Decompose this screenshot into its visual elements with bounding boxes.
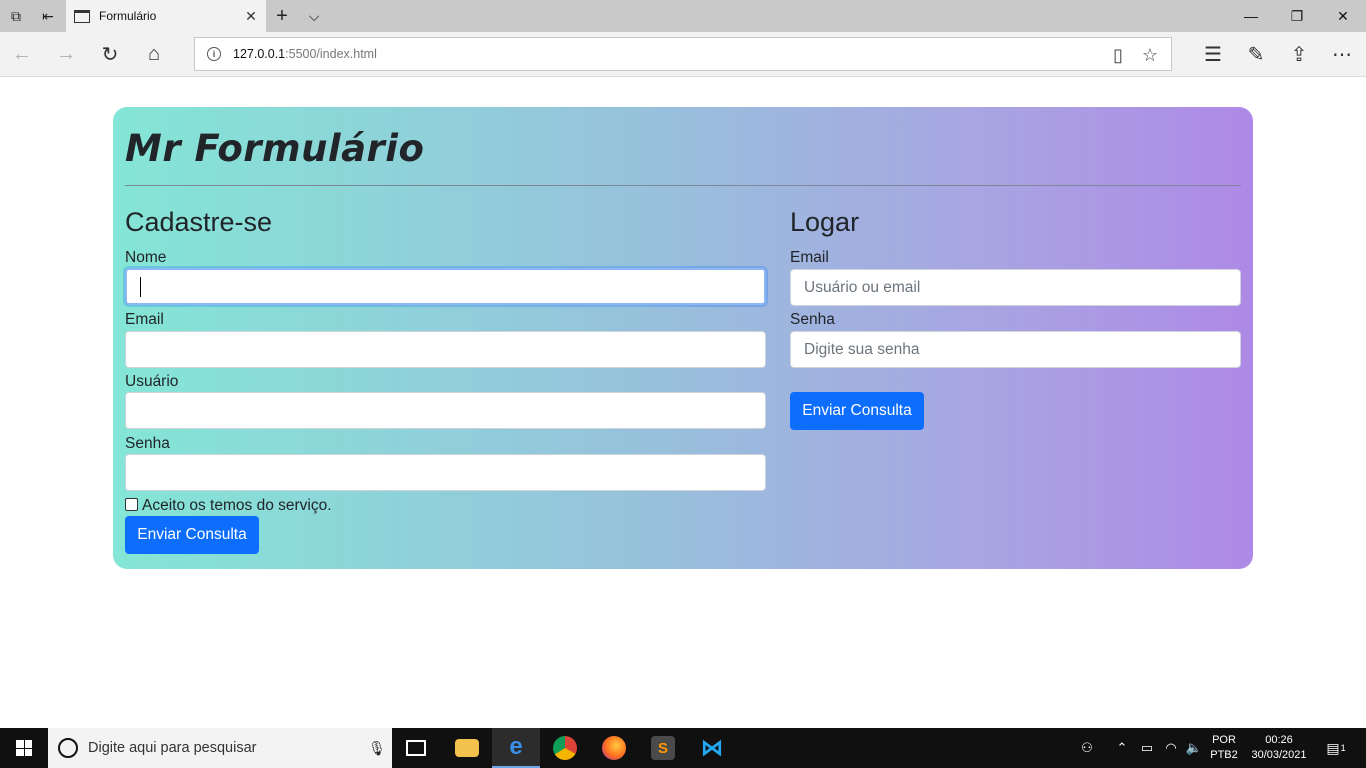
clock-time: 00:26 [1265, 734, 1293, 746]
url-host: 127.0.0.1 [233, 47, 286, 61]
login-email-label: Email [790, 249, 829, 266]
address-bar[interactable]: i 127.0.0.1 :5500/index.html ▯ ☆ [194, 37, 1172, 71]
login-password-label: Senha [790, 311, 835, 328]
terms-checkbox[interactable] [125, 498, 138, 511]
taskbar-vscode[interactable]: ⋈ [688, 728, 736, 768]
page-icon [74, 9, 90, 23]
clock[interactable]: 00:26 30/03/2021 [1246, 733, 1312, 763]
register-password-input[interactable] [125, 454, 766, 491]
language-indicator[interactable]: POR PTB2 [1206, 733, 1242, 763]
tabs-aside-icon[interactable]: ⇤ [32, 0, 64, 32]
notification-count: 1 [1340, 743, 1346, 753]
close-tab-icon[interactable]: ✕ [236, 8, 266, 25]
chrome-icon [553, 736, 577, 760]
url-path: :5500/index.html [285, 47, 377, 61]
taskbar-firefox[interactable] [590, 728, 638, 768]
close-window-icon[interactable]: ✕ [1320, 0, 1366, 32]
register-email-label: Email [125, 311, 164, 328]
tab-set-aside-icon[interactable]: ⧉ [0, 0, 32, 32]
cortana-icon [58, 738, 78, 758]
notifications-icon[interactable]: ▤ 1 [1320, 728, 1352, 768]
name-label: Nome [125, 249, 167, 266]
register-email-input[interactable] [125, 331, 766, 368]
minimize-icon[interactable]: — [1228, 0, 1274, 32]
taskbar: Digite aqui para pesquisar 🎙 e S ⋈ ⚇ ⌃ ▭… [0, 728, 1366, 768]
tab-formulario[interactable]: Formulário ✕ [66, 0, 266, 32]
register-title: Cadastre-se [125, 207, 273, 237]
vscode-icon: ⋈ [701, 735, 723, 760]
user-input[interactable] [125, 392, 766, 429]
register-submit-button[interactable]: Enviar Consulta [125, 516, 259, 554]
login-title: Logar [790, 207, 860, 237]
browser-nav-bar: ← → ↻ ⌂ i 127.0.0.1 :5500/index.html ▯ ☆… [0, 32, 1366, 77]
taskbar-edge[interactable]: e [492, 728, 540, 768]
lang-bottom: PTB2 [1210, 749, 1238, 761]
user-label: Usuário [125, 373, 179, 390]
sublime-icon: S [651, 736, 675, 760]
taskbar-sublime[interactable]: S [639, 728, 687, 768]
forward-arrow-icon[interactable]: → [48, 37, 84, 71]
wifi-icon[interactable]: ◠ [1160, 728, 1182, 768]
share-icon[interactable]: ⇪ [1281, 37, 1317, 71]
clock-date: 30/03/2021 [1251, 749, 1307, 761]
start-button[interactable] [0, 728, 48, 768]
divider [125, 185, 1241, 186]
task-view-button[interactable] [392, 728, 440, 768]
lang-top: POR [1212, 734, 1236, 746]
tab-title: Formulário [99, 9, 157, 23]
reading-view-icon[interactable]: ▯ [1107, 44, 1129, 66]
new-tab-icon[interactable]: + [266, 0, 298, 32]
chevron-up-icon[interactable]: ⌃ [1112, 728, 1132, 768]
back-arrow-icon[interactable]: ← [4, 37, 40, 71]
volume-icon[interactable]: 🔈 [1183, 728, 1205, 768]
register-password-label: Senha [125, 435, 170, 452]
text-caret [140, 276, 141, 297]
taskbar-search[interactable]: Digite aqui para pesquisar 🎙 [48, 728, 392, 768]
browser-tab-bar: ⧉ ⇤ Formulário ✕ + ⌵ — ❐ ✕ [0, 0, 1366, 32]
battery-icon[interactable]: ▭ [1136, 728, 1158, 768]
people-icon[interactable]: ⚇ [1074, 728, 1100, 768]
pen-icon[interactable]: ✎ [1238, 37, 1274, 71]
firefox-icon [602, 736, 626, 760]
search-placeholder: Digite aqui para pesquisar [88, 740, 257, 756]
favorite-star-icon[interactable]: ☆ [1139, 44, 1161, 66]
taskbar-chrome[interactable] [541, 728, 589, 768]
folder-icon [455, 739, 479, 757]
login-submit-button[interactable]: Enviar Consulta [790, 392, 924, 430]
microphone-icon[interactable]: 🎙 [362, 740, 392, 757]
restore-icon[interactable]: ❐ [1274, 0, 1320, 32]
chevron-down-icon[interactable]: ⌵ [298, 0, 330, 32]
refresh-icon[interactable]: ↻ [92, 37, 128, 71]
terms-label: Aceito os temos do serviço. [142, 497, 332, 514]
favorites-hub-icon[interactable]: ☰ [1195, 37, 1231, 71]
info-icon[interactable]: i [207, 47, 221, 61]
more-icon[interactable]: ⋯ [1324, 37, 1360, 71]
login-email-input[interactable]: Usuário ou email [790, 269, 1241, 306]
task-view-icon [406, 740, 426, 756]
edge-icon: e [509, 733, 523, 760]
windows-icon [16, 740, 32, 756]
form-card: Mr Formulário Cadastre-se Nome Email Usu… [113, 107, 1253, 569]
name-input[interactable] [125, 268, 766, 305]
login-password-input[interactable]: Digite sua senha [790, 331, 1241, 368]
home-icon[interactable]: ⌂ [136, 37, 172, 71]
page-title: Mr Formulário [125, 127, 425, 170]
taskbar-explorer[interactable] [443, 728, 491, 768]
